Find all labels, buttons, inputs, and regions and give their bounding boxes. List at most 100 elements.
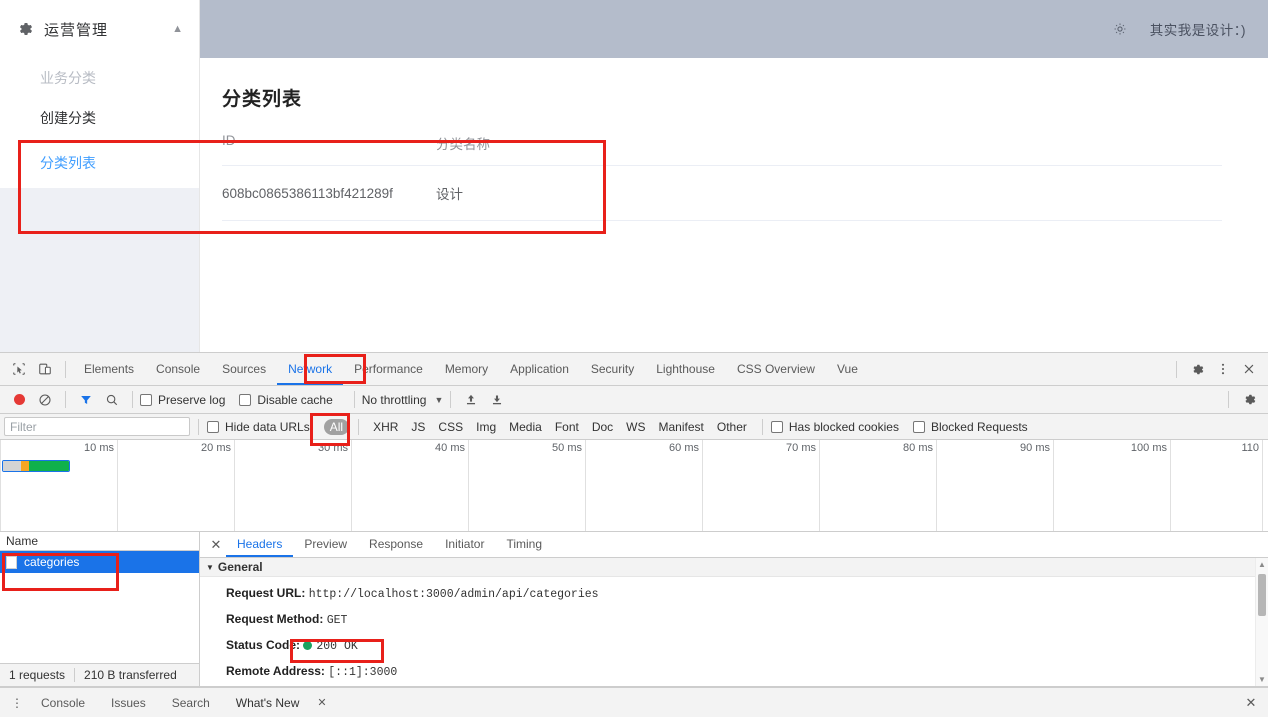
- requests-count: 1 requests: [9, 668, 66, 682]
- filter-input[interactable]: Filter: [4, 417, 190, 436]
- close-icon[interactable]: ✕: [1234, 695, 1268, 711]
- details-tab-preview[interactable]: Preview: [293, 532, 358, 557]
- details-scrollbar[interactable]: ▲ ▼: [1255, 558, 1268, 686]
- gear-icon[interactable]: [1236, 387, 1262, 413]
- kv-key: Request URL:: [226, 586, 306, 600]
- kv-key: Remote Address:: [226, 664, 325, 678]
- device-toggle-icon[interactable]: [32, 356, 58, 382]
- search-icon[interactable]: [99, 387, 125, 413]
- throttling-value: No throttling: [361, 392, 427, 407]
- resource-type-css[interactable]: CSS: [432, 419, 469, 435]
- tab-console[interactable]: Console: [145, 353, 211, 385]
- filter-icon[interactable]: [73, 387, 99, 413]
- drawer-tab-console[interactable]: Console: [28, 696, 98, 710]
- disable-cache-checkbox[interactable]: Disable cache: [239, 392, 333, 407]
- preserve-log-label: Preserve log: [158, 392, 226, 407]
- tab-application[interactable]: Application: [499, 353, 580, 385]
- app-main: 其实我是设计：) 分类列表 ID 分类名称 608bc0865386113bf4…: [200, 0, 1268, 352]
- sidebar-item-business-category[interactable]: 业务分类: [0, 58, 199, 98]
- scrollbar-thumb[interactable]: [1258, 574, 1266, 616]
- clear-icon[interactable]: [32, 387, 58, 413]
- web-app-viewport: 运营管理 ▲ 业务分类 创建分类 分类列表 其实我是设计：) 分类列表 ID 分…: [0, 0, 1268, 352]
- resource-type-font[interactable]: Font: [549, 419, 585, 435]
- tab-memory[interactable]: Memory: [434, 353, 499, 385]
- resource-type-ws[interactable]: WS: [620, 419, 651, 435]
- tab-sources[interactable]: Sources: [211, 353, 277, 385]
- throttling-select[interactable]: No throttling ▼: [362, 393, 444, 407]
- close-icon[interactable]: ✕: [206, 537, 226, 553]
- upload-icon[interactable]: [458, 387, 484, 413]
- details-tabbar: ✕ Headers Preview Response Initiator Tim…: [200, 532, 1268, 558]
- toolbar-divider: [65, 391, 66, 408]
- drawer-tab-whats-new[interactable]: What's New: [223, 696, 313, 710]
- tab-css-overview[interactable]: CSS Overview: [726, 353, 826, 385]
- tab-performance[interactable]: Performance: [343, 353, 434, 385]
- network-filter-bar: Filter Hide data URLs All XHR JS CSS Img…: [0, 414, 1268, 440]
- tab-lighthouse[interactable]: Lighthouse: [645, 353, 726, 385]
- resource-type-js[interactable]: JS: [405, 419, 431, 435]
- devtools-panel: Elements Console Sources Network Perform…: [0, 352, 1268, 728]
- kv-value: 200 OK: [316, 640, 358, 653]
- record-icon[interactable]: [6, 387, 32, 413]
- resource-type-other[interactable]: Other: [711, 419, 753, 435]
- network-split: Name categories 1 requests 210 B transfe…: [0, 532, 1268, 687]
- tab-elements[interactable]: Elements: [73, 353, 145, 385]
- checkbox-box: [239, 393, 252, 406]
- has-blocked-cookies-checkbox[interactable]: Has blocked cookies: [770, 420, 899, 434]
- header-user-text[interactable]: 其实我是设计：): [1150, 19, 1246, 39]
- general-section-title: General: [217, 560, 263, 574]
- filterbar-divider: [358, 418, 360, 435]
- chevron-down-icon: ▼: [434, 394, 444, 405]
- kv-key: Status Code:: [226, 638, 301, 652]
- timeline-ruler: 10 ms 20 ms 30 ms 40 ms 50 ms 60 ms 70 m…: [0, 440, 1268, 531]
- cursor-select-icon[interactable]: [6, 356, 32, 382]
- column-header-name: 分类名称: [436, 137, 490, 152]
- disable-cache-label: Disable cache: [257, 392, 333, 407]
- chevron-up-icon[interactable]: ▲: [169, 23, 183, 35]
- download-icon[interactable]: [484, 387, 510, 413]
- details-tab-initiator[interactable]: Initiator: [434, 532, 495, 557]
- kv-remote-address: Remote Address: [::1]:3000: [226, 659, 1268, 685]
- waterfall-bar[interactable]: [2, 460, 70, 472]
- details-tab-response[interactable]: Response: [358, 532, 434, 557]
- request-column-header-name[interactable]: Name: [0, 532, 199, 551]
- kv-value[interactable]: http://localhost:3000/admin/api/categori…: [309, 588, 599, 601]
- hide-data-urls-checkbox[interactable]: Hide data URLs: [207, 420, 310, 434]
- transferred-size: 210 B transferred: [84, 668, 177, 682]
- tick-label: 70 ms: [786, 442, 816, 454]
- request-row-categories[interactable]: categories: [0, 551, 199, 573]
- app-sidebar: 运营管理 ▲ 业务分类 创建分类 分类列表: [0, 0, 200, 352]
- preserve-log-checkbox[interactable]: Preserve log: [140, 393, 225, 407]
- resource-type-media[interactable]: Media: [503, 419, 548, 435]
- kv-value: [::1]:3000: [328, 666, 398, 679]
- gear-icon[interactable]: [1184, 356, 1210, 382]
- blocked-requests-checkbox[interactable]: Blocked Requests: [912, 420, 1028, 434]
- more-vertical-icon[interactable]: [1210, 356, 1236, 382]
- sidebar-item-category-list[interactable]: 分类列表: [0, 138, 199, 188]
- general-section-header[interactable]: ▼ General: [200, 558, 1268, 577]
- tab-security[interactable]: Security: [580, 353, 645, 385]
- details-tab-headers[interactable]: Headers: [226, 532, 294, 557]
- close-icon[interactable]: ✕: [317, 696, 326, 709]
- resource-type-xhr[interactable]: XHR: [367, 419, 404, 435]
- drawer-tab-issues[interactable]: Issues: [98, 696, 159, 710]
- scroll-up-icon[interactable]: ▲: [1256, 558, 1268, 571]
- resource-type-all[interactable]: All: [323, 418, 350, 435]
- close-icon[interactable]: [1236, 356, 1262, 382]
- table-row[interactable]: 608bc0865386113bf421289f 设计: [222, 165, 1222, 221]
- network-overview[interactable]: 10 ms 20 ms 30 ms 40 ms 50 ms 60 ms 70 m…: [0, 440, 1268, 532]
- resource-type-manifest[interactable]: Manifest: [653, 419, 710, 435]
- sidebar-item-label: 业务分类: [40, 70, 96, 86]
- resource-type-img[interactable]: Img: [470, 419, 502, 435]
- sidebar-menu-header[interactable]: 运营管理 ▲: [0, 0, 199, 58]
- tab-vue[interactable]: Vue: [826, 353, 869, 385]
- tab-network[interactable]: Network: [277, 353, 344, 385]
- toolbar-divider: [132, 391, 133, 408]
- gear-icon[interactable]: [1112, 21, 1128, 37]
- scroll-down-icon[interactable]: ▼: [1256, 673, 1268, 686]
- resource-type-doc[interactable]: Doc: [586, 419, 619, 435]
- sidebar-item-create-category[interactable]: 创建分类: [0, 98, 199, 138]
- drawer-tab-search[interactable]: Search: [159, 696, 223, 710]
- more-vertical-icon[interactable]: ⋮: [6, 696, 28, 710]
- details-tab-timing[interactable]: Timing: [495, 532, 553, 557]
